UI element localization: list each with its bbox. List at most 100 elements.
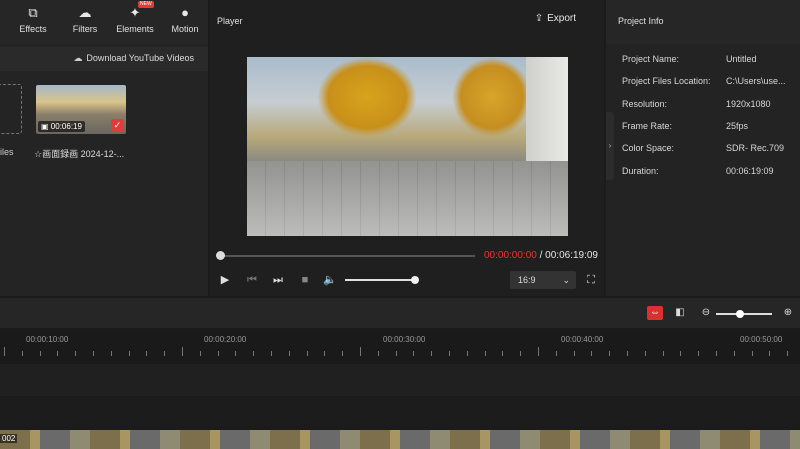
- timeline-track[interactable]: [0, 398, 800, 426]
- zoom-out-icon[interactable]: ⊖: [698, 306, 714, 320]
- media-thumbnail[interactable]: ▣ 00:06:19 ✓: [36, 85, 126, 134]
- split-icon[interactable]: ◧: [672, 306, 688, 320]
- ruler-tick: [716, 351, 717, 356]
- info-label: Frame Rate:: [622, 121, 673, 131]
- ruler-tick: [538, 347, 539, 356]
- media-toolbar: ⧉ Effects ☁ Filters ✦ NEW Elements ● Mot…: [0, 0, 208, 44]
- info-label: Color Space:: [622, 143, 675, 153]
- ruler-tick: [360, 347, 361, 356]
- timecode: 00:00:00:00 / 00:06:19:09: [484, 250, 598, 261]
- ruler-tick: [128, 351, 130, 356]
- info-label: Project Files Location:: [622, 76, 711, 86]
- ruler-tick: [573, 351, 575, 356]
- info-label: Project Name:: [622, 54, 680, 64]
- volume-icon[interactable]: 🔈: [323, 273, 337, 287]
- player-panel: Player ⇪ Export 00:00:00:00 / 00:06:19:09…: [210, 0, 604, 296]
- media-file-name: ☆画面録画 2024-12-...: [34, 149, 125, 159]
- import-media-label: iles: [0, 147, 14, 157]
- thumb-duration: ▣ 00:06:19: [38, 121, 85, 132]
- ruler-tick: [39, 351, 41, 356]
- ruler-tick: [484, 351, 486, 356]
- volume-handle[interactable]: [411, 276, 419, 284]
- ruler-tick: [253, 351, 255, 356]
- current-time: 00:00:00:00: [484, 250, 537, 261]
- filters-icon: ☁: [78, 5, 92, 20]
- ruler-tick: [75, 351, 77, 356]
- toolbar-filters[interactable]: ☁ Filters: [62, 5, 108, 35]
- ruler-tick: [466, 351, 468, 356]
- cloud-download-icon: ☁: [73, 53, 83, 63]
- video-content: [247, 161, 568, 236]
- ruler-tick: [609, 351, 611, 356]
- scrubber-handle[interactable]: [216, 251, 225, 260]
- ruler-tick: [502, 351, 504, 356]
- ruler-tick: [644, 351, 646, 356]
- next-frame-icon[interactable]: ⏭: [271, 273, 285, 287]
- ruler-tick: [164, 351, 166, 356]
- info-label: Duration:: [622, 166, 659, 176]
- ruler-label: 00:00:10:00: [26, 335, 69, 344]
- ruler-tick: [288, 351, 290, 356]
- video-content: [317, 57, 417, 137]
- chevron-down-icon: ⌄: [562, 275, 570, 285]
- ruler-tick: [271, 351, 272, 356]
- project-info-title: Project Info: [618, 16, 664, 26]
- import-media-placeholder[interactable]: [0, 84, 22, 134]
- ruler-tick: [21, 351, 23, 356]
- ruler-tick: [235, 351, 237, 356]
- ruler-tick: [449, 351, 450, 356]
- toolbar-effects[interactable]: ⧉ Effects: [10, 6, 56, 35]
- previous-frame-icon[interactable]: ⏮: [245, 273, 259, 287]
- ruler-tick: [698, 351, 700, 356]
- ruler-label: 00:00:30:00: [383, 335, 426, 344]
- export-button[interactable]: ⇪ Export: [535, 13, 576, 24]
- ruler-tick: [769, 351, 771, 356]
- info-label: Resolution:: [622, 99, 668, 109]
- aspect-ratio-select[interactable]: 16:9 ⌄: [510, 271, 576, 289]
- ruler-tick: [93, 351, 94, 356]
- timeline-toolbar: ⇔ ◧ ⊖ ⊕: [0, 298, 800, 328]
- export-icon: ⇪: [534, 13, 544, 24]
- project-info-header: Project Info: [606, 0, 800, 44]
- ruler-tick: [182, 347, 183, 356]
- zoom-handle[interactable]: [736, 310, 744, 318]
- fullscreen-icon[interactable]: ⛶: [584, 273, 598, 287]
- motion-icon: ●: [181, 5, 189, 20]
- timeline-ruler[interactable]: 00:00:10:00 00:00:20:00 00:00:30:00 00:0…: [0, 330, 800, 360]
- ruler-tick: [324, 351, 326, 356]
- ruler-tick: [591, 351, 593, 356]
- ruler-tick: [146, 351, 148, 356]
- download-youtube-link[interactable]: ☁ Download YouTube Videos: [73, 53, 194, 64]
- ruler-label: 00:00:50:00: [740, 335, 783, 344]
- playback-scrubber[interactable]: [216, 251, 475, 260]
- zoom-in-icon[interactable]: ⊕: [780, 306, 796, 320]
- volume-slider[interactable]: [345, 276, 419, 284]
- ruler-tick: [306, 351, 308, 356]
- ruler-label: 00:00:20:00: [204, 335, 247, 344]
- new-badge: NEW: [138, 1, 154, 8]
- ruler-tick: [627, 351, 628, 356]
- info-value: Untitled: [726, 54, 757, 64]
- info-value: SDR- Rec.709: [726, 143, 785, 153]
- video-clip-strip[interactable]: [0, 430, 800, 449]
- ruler-tick: [199, 351, 201, 356]
- timeline-track[interactable]: [0, 364, 800, 396]
- info-value: 1920x1080: [726, 99, 771, 109]
- toolbar-motion[interactable]: ● Motion: [162, 5, 208, 35]
- info-value: C:\Users\use...: [726, 76, 786, 86]
- toolbar-elements[interactable]: ✦ NEW Elements: [112, 1, 158, 34]
- ruler-tick: [431, 351, 433, 356]
- ruler-tick: [57, 351, 59, 356]
- snap-icon[interactable]: ⇔: [647, 306, 663, 320]
- play-icon[interactable]: ▶: [218, 273, 232, 287]
- ruler-tick: [377, 351, 379, 356]
- ruler-label: 00:00:40:00: [561, 335, 604, 344]
- zoom-slider[interactable]: [716, 310, 772, 318]
- ruler-tick: [342, 351, 344, 356]
- elements-icon: ✦: [129, 5, 141, 20]
- info-value: 00:06:19:09: [726, 166, 774, 176]
- stop-icon[interactable]: ■: [298, 273, 312, 287]
- collapse-panel-icon[interactable]: ›: [606, 112, 614, 180]
- video-preview[interactable]: [247, 57, 568, 236]
- video-content: [452, 57, 532, 137]
